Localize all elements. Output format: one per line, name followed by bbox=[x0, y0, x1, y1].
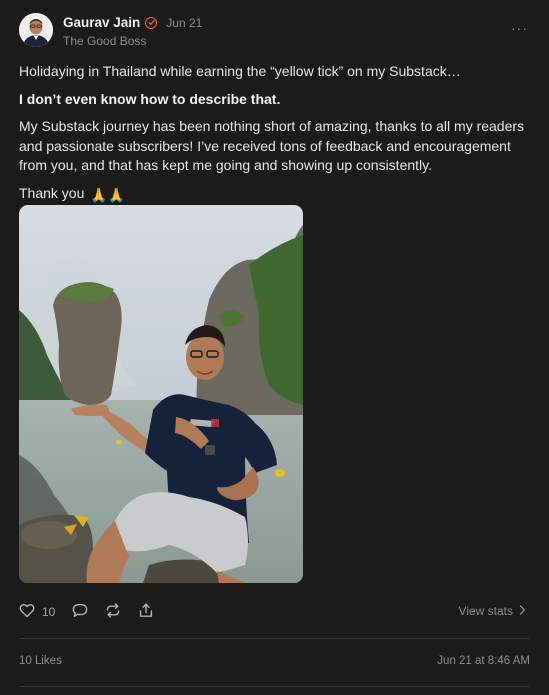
pray-emoji-icon: 🙏🙏 bbox=[90, 186, 126, 203]
post-date[interactable]: Jun 21 bbox=[166, 16, 202, 30]
restack-icon bbox=[105, 603, 121, 621]
post-body: Holidaying in Thailand while earning the… bbox=[19, 62, 529, 213]
post-text-paragraph: My Substack journey has been nothing sho… bbox=[19, 118, 525, 173]
post-image[interactable] bbox=[19, 205, 303, 583]
share-button[interactable] bbox=[138, 603, 154, 621]
chevron-right-icon bbox=[519, 604, 526, 618]
comment-icon bbox=[72, 603, 88, 621]
like-count: 10 bbox=[42, 605, 56, 619]
divider bbox=[19, 686, 530, 687]
divider bbox=[19, 638, 530, 639]
restack-button[interactable] bbox=[105, 603, 121, 621]
more-icon[interactable]: ··· bbox=[511, 20, 528, 36]
author-line: Gaurav Jain Jun 21 bbox=[63, 15, 202, 30]
comment-button[interactable] bbox=[72, 603, 88, 621]
verified-badge-icon bbox=[145, 16, 158, 29]
post-text-line: Holidaying in Thailand while earning the… bbox=[19, 63, 461, 79]
view-stats-link[interactable]: View stats bbox=[459, 604, 526, 618]
thanks-text: Thank you bbox=[19, 184, 85, 201]
likes-count-link[interactable]: 10 Likes bbox=[19, 655, 62, 667]
post-timestamp: Jun 21 at 8:46 AM bbox=[437, 655, 530, 667]
publication-name[interactable]: The Good Boss bbox=[63, 34, 146, 48]
like-button[interactable]: 10 bbox=[19, 603, 55, 621]
share-icon bbox=[138, 603, 154, 621]
post-text-bold: I don’t even know how to describe that. bbox=[19, 90, 281, 107]
view-stats-label: View stats bbox=[458, 604, 513, 618]
post-card: Gaurav Jain Jun 21 The Good Boss ··· Hol… bbox=[0, 0, 549, 695]
author-name[interactable]: Gaurav Jain bbox=[63, 15, 140, 30]
post-footer: 10 Likes Jun 21 at 8:46 AM bbox=[19, 655, 530, 671]
post-header: Gaurav Jain Jun 21 The Good Boss ··· bbox=[19, 12, 530, 52]
heart-icon bbox=[19, 603, 35, 621]
post-actions: 10 View stats bbox=[19, 601, 530, 623]
post-text-thanks: Thank you 🙏🙏 bbox=[19, 184, 529, 206]
avatar[interactable] bbox=[19, 13, 53, 47]
